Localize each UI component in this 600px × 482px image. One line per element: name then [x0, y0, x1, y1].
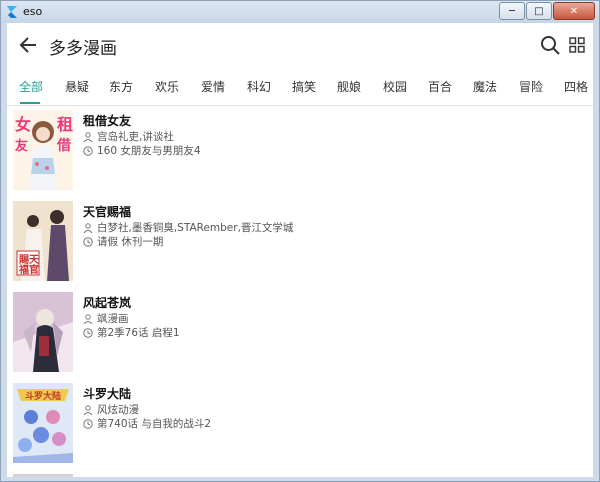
clock-icon	[83, 418, 93, 429]
list-item[interactable]: 賜天 福官 天官赐福 白梦社,墨香铜臭,STARember,晋江文学城 请假 休…	[7, 197, 593, 287]
clock-icon	[83, 145, 93, 156]
app-logo-icon	[7, 6, 17, 18]
comic-author: 飒漫画	[97, 313, 129, 325]
svg-text:斗罗大陆: 斗罗大陆	[25, 390, 61, 402]
person-icon	[83, 131, 93, 142]
comic-latest-chapter: 第2季76话 启程1	[97, 327, 180, 339]
comic-latest-chapter: 第740话 与自我的战斗2	[97, 418, 212, 430]
page-title: 多多漫画	[49, 39, 117, 59]
comic-cover[interactable]	[13, 292, 73, 372]
arrow-left-icon[interactable]	[17, 34, 39, 56]
comic-title: 斗罗大陆	[83, 387, 132, 401]
tab-comedy[interactable]: 搞笑	[292, 78, 316, 95]
comic-title: 风起苍岚	[83, 296, 132, 310]
comic-cover[interactable]: 斗罗大陆	[13, 383, 73, 463]
person-icon	[83, 313, 93, 324]
comic-title: 租借女友	[83, 114, 132, 128]
comic-latest-chapter: 请假 休刊一期	[97, 236, 164, 248]
minimize-button[interactable]: ─	[499, 2, 525, 20]
tab-yuri[interactable]: 百合	[428, 78, 452, 95]
tab-fun[interactable]: 欢乐	[155, 78, 179, 95]
tab-scifi[interactable]: 科幻	[247, 78, 271, 95]
comic-cover[interactable]: 賜天 福官	[13, 201, 73, 281]
title-bar[interactable]: eso ─ □ ✕	[1, 1, 599, 23]
app-window: eso ─ □ ✕ 多多漫画 全部 悬疑 东方 欢乐 爱情 科幻 搞笑 舰娘 校…	[0, 0, 600, 482]
svg-text:租: 租	[57, 115, 73, 134]
person-icon	[83, 222, 93, 233]
svg-text:女: 女	[15, 115, 31, 134]
window-title: eso	[23, 5, 43, 18]
comic-latest-chapter: 160 女朋友与男朋友4	[97, 145, 201, 157]
comic-author: 宫岛礼吏,讲谈社	[97, 131, 174, 143]
tab-yonkoma[interactable]: 四格	[564, 78, 588, 95]
category-tabs: 全部 悬疑 东方 欢乐 爱情 科幻 搞笑 舰娘 校园 百合 魔法 冒险 四格	[7, 69, 593, 106]
list-item[interactable]: 风起苍岚 飒漫画 第2季76话 启程1	[7, 288, 593, 378]
tab-suspense[interactable]: 悬疑	[65, 78, 89, 95]
svg-text:福官: 福官	[18, 263, 39, 276]
app-content: 多多漫画 全部 悬疑 东方 欢乐 爱情 科幻 搞笑 舰娘 校园 百合 魔法 冒险…	[7, 23, 593, 477]
app-bar: 多多漫画	[7, 23, 593, 67]
comic-cover[interactable]	[13, 474, 73, 477]
svg-text:借: 借	[56, 137, 71, 154]
tab-magic[interactable]: 魔法	[473, 78, 497, 95]
tab-all[interactable]: 全部	[19, 78, 43, 95]
maximize-button[interactable]: □	[526, 2, 552, 20]
comic-cover[interactable]: 女 租 借 友	[13, 110, 73, 190]
close-window-button[interactable]: ✕	[553, 2, 595, 20]
comic-author: 风炫动漫	[97, 404, 139, 416]
svg-text:友: 友	[15, 138, 28, 154]
clock-icon	[83, 236, 93, 247]
tab-campus[interactable]: 校园	[383, 78, 407, 95]
search-icon[interactable]	[539, 34, 561, 56]
tab-eastern[interactable]: 东方	[109, 78, 133, 95]
comic-author: 白梦社,墨香铜臭,STARember,晋江文学城	[97, 222, 294, 234]
comic-title: 天官赐福	[83, 205, 132, 219]
tab-romance[interactable]: 爱情	[201, 78, 225, 95]
list-item[interactable]: 斗罗大陆 斗罗大陆 风炫动漫 第740话 与自我的战斗2	[7, 379, 593, 469]
grid-view-icon[interactable]	[569, 37, 585, 53]
list-item[interactable]: 女 租 借 友 租借女友 宫岛礼吏,讲谈社 160 女朋友与男朋友4	[7, 106, 593, 196]
list-item[interactable]	[7, 470, 593, 477]
person-icon	[83, 404, 93, 415]
clock-icon	[83, 327, 93, 338]
active-tab-indicator	[20, 102, 40, 104]
tab-kanmusu[interactable]: 舰娘	[337, 78, 361, 95]
tab-adventure[interactable]: 冒险	[519, 78, 543, 95]
